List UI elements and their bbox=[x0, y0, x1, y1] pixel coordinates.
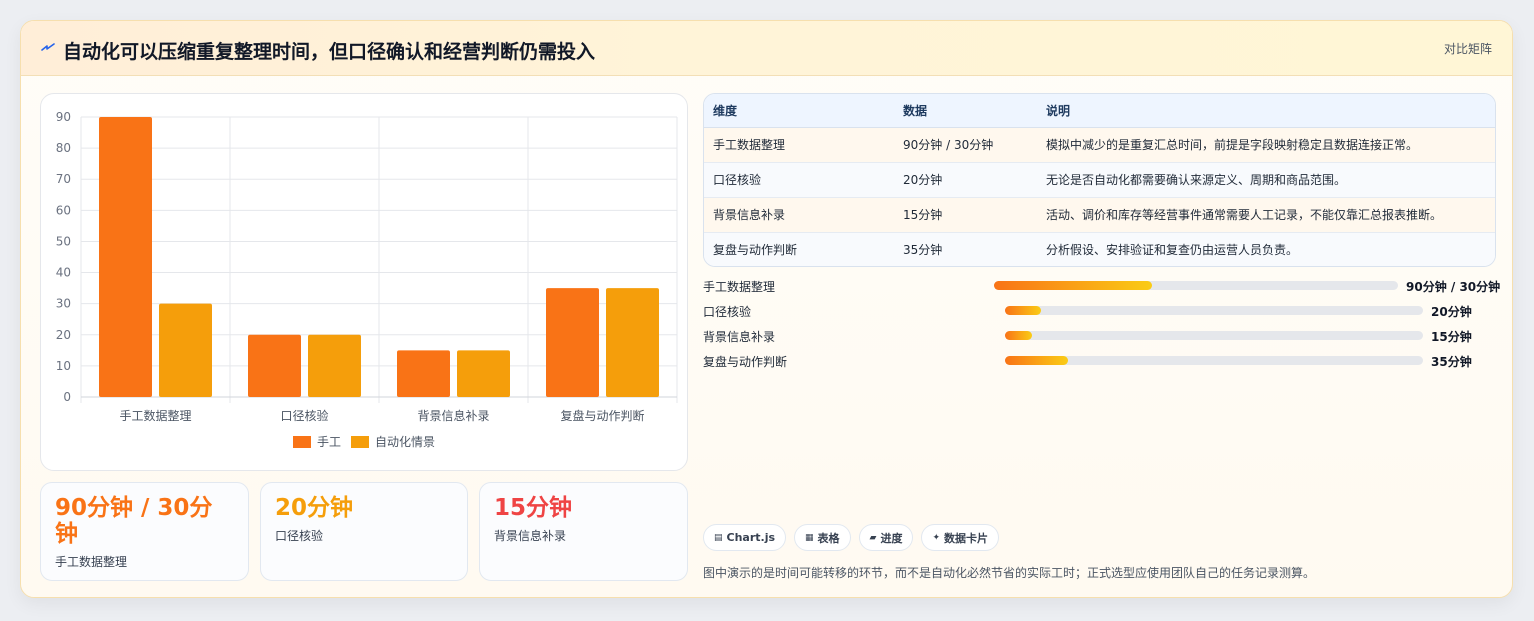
stat-label: 口径核验 bbox=[275, 529, 324, 543]
chip-table[interactable]: ▦ 表格 bbox=[794, 524, 851, 551]
cell-dimension: 口径核验 bbox=[704, 162, 894, 198]
column-header-description: 说明 bbox=[1037, 94, 1495, 128]
stat-value: 20分钟 bbox=[275, 495, 354, 521]
footnote: 图中演示的是时间可能转移的环节，而不是自动化必然节省的实际工时；正式选型应使用团… bbox=[703, 566, 1316, 580]
stat-label: 背景信息补录 bbox=[494, 529, 567, 543]
stat-card-verify: 20分钟 口径核验 bbox=[260, 482, 468, 581]
progress-icon: ▰ bbox=[869, 532, 877, 543]
chip-label: 进度 bbox=[880, 531, 903, 545]
table-header-row: 维度 数据 说明 bbox=[704, 94, 1495, 128]
progress-fill bbox=[1005, 356, 1068, 365]
progress-value: 20分钟 bbox=[1431, 305, 1472, 319]
table-row: 口径核验 20分钟 无论是否自动化都需要确认来源定义、周期和商品范围。 bbox=[704, 162, 1495, 198]
y-tick-label: 60 bbox=[56, 203, 71, 217]
cell-data: 90分钟 / 30分钟 bbox=[894, 127, 1037, 163]
progress-track bbox=[1005, 306, 1423, 315]
progress-fill bbox=[1005, 331, 1032, 340]
y-tick-label: 80 bbox=[56, 141, 71, 155]
progress-track bbox=[1005, 356, 1423, 365]
progress-label: 复盘与动作判断 bbox=[703, 355, 788, 369]
bar-manual bbox=[546, 288, 599, 397]
progress-label: 背景信息补录 bbox=[703, 330, 776, 344]
progress-row-review: 复盘与动作判断 35分钟 bbox=[703, 353, 1496, 369]
table-row: 背景信息补录 15分钟 活动、调价和库存等经营事件通常需要人工记录，不能仅靠汇总… bbox=[704, 197, 1495, 233]
tag-chips: ▤ Chart.js ▦ 表格 ▰ 进度 ✦ 数据卡片 bbox=[703, 524, 1000, 551]
card-header: 自动化可以压缩重复整理时间，但口径确认和经营判断仍需投入 对比矩阵 bbox=[21, 21, 1512, 76]
bar-manual bbox=[248, 334, 301, 397]
chip-label: Chart.js bbox=[726, 531, 776, 544]
bar-auto bbox=[457, 350, 510, 397]
progress-row-manual: 手工数据整理 90分钟 / 30分钟 bbox=[703, 278, 1500, 294]
progress-value: 90分钟 / 30分钟 bbox=[1406, 280, 1501, 294]
y-tick-label: 30 bbox=[56, 297, 71, 311]
y-tick-label: 70 bbox=[56, 172, 71, 186]
column-header-dimension: 维度 bbox=[704, 94, 894, 128]
lightning-icon bbox=[41, 43, 55, 51]
cell-data: 15分钟 bbox=[894, 197, 1037, 233]
y-tick-label: 0 bbox=[63, 390, 71, 404]
progress-fill bbox=[1005, 306, 1041, 315]
x-tick-label: 口径核验 bbox=[280, 408, 328, 423]
chip-chartjs[interactable]: ▤ Chart.js bbox=[703, 524, 787, 551]
progress-row-supplement: 背景信息补录 15分钟 bbox=[703, 328, 1496, 344]
table-icon: ▦ bbox=[805, 532, 814, 543]
cell-description: 活动、调价和库存等经营事件通常需要人工记录，不能仅靠汇总报表推断。 bbox=[1037, 197, 1495, 233]
progress-track bbox=[994, 281, 1398, 290]
cell-description: 模拟中减少的是重复汇总时间，前提是字段映射稳定且数据连接正常。 bbox=[1037, 127, 1495, 163]
progress-row-verify: 口径核验 20分钟 bbox=[703, 303, 1496, 319]
cell-data: 20分钟 bbox=[894, 162, 1037, 198]
stat-card-manual: 90分钟 / 30分钟 手工数据整理 bbox=[40, 482, 249, 581]
bar-auto bbox=[606, 288, 659, 397]
y-tick-label: 90 bbox=[56, 110, 71, 124]
chip-progress[interactable]: ▰ 进度 bbox=[858, 524, 914, 551]
bar-auto bbox=[159, 303, 212, 397]
progress-track bbox=[1005, 331, 1423, 340]
stat-card-supplement: 15分钟 背景信息补录 bbox=[479, 482, 688, 581]
x-tick-label: 背景信息补录 bbox=[417, 408, 489, 423]
stat-value: 90分钟 / 30分钟 bbox=[55, 495, 213, 547]
stat-value: 15分钟 bbox=[494, 495, 573, 521]
legend-swatch-auto bbox=[351, 436, 369, 448]
cell-dimension: 背景信息补录 bbox=[704, 197, 894, 233]
x-tick-label: 复盘与动作判断 bbox=[560, 408, 644, 423]
comparison-table: 维度 数据 说明 手工数据整理 90分钟 / 30分钟 模拟中减少的是重复汇总时… bbox=[703, 93, 1496, 267]
cell-description: 无论是否自动化都需要确认来源定义、周期和商品范围。 bbox=[1037, 162, 1495, 198]
chip-label: 表格 bbox=[817, 531, 840, 545]
column-header-data: 数据 bbox=[894, 94, 1037, 128]
legend-label: 手工 bbox=[317, 435, 341, 449]
progress-label: 手工数据整理 bbox=[703, 280, 776, 294]
legend-label: 自动化情景 bbox=[375, 435, 435, 449]
page-title: 自动化可以压缩重复整理时间，但口径确认和经营判断仍需投入 bbox=[63, 41, 596, 63]
bar-chart: 0 10 20 30 40 50 60 70 80 90 手工数据整理 口径核验 背景信息补录 复盘与动作… bbox=[56, 110, 678, 449]
progress-value: 35分钟 bbox=[1431, 355, 1472, 369]
y-tick-label: 20 bbox=[56, 328, 71, 342]
table-row: 手工数据整理 90分钟 / 30分钟 模拟中减少的是重复汇总时间，前提是字段映射… bbox=[704, 127, 1495, 163]
cell-description: 分析假设、安排验证和复查仍由运营人员负责。 bbox=[1037, 232, 1495, 266]
chip-data-card[interactable]: ✦ 数据卡片 bbox=[921, 524, 1000, 551]
legend-swatch-manual bbox=[293, 436, 311, 448]
progress-value: 15分钟 bbox=[1431, 330, 1472, 344]
cell-data: 35分钟 bbox=[894, 232, 1037, 266]
progress-label: 口径核验 bbox=[703, 305, 752, 319]
y-tick-label: 50 bbox=[56, 234, 71, 248]
x-tick-label: 手工数据整理 bbox=[119, 408, 191, 423]
bar-manual bbox=[99, 117, 152, 397]
table-row: 复盘与动作判断 35分钟 分析假设、安排验证和复查仍由运营人员负责。 bbox=[704, 232, 1495, 266]
header-tag: 对比矩阵 bbox=[1443, 42, 1492, 56]
bar-chart-panel: 0 10 20 30 40 50 60 70 80 90 手工数据整理 口径核验 背景信息补录 复盘与动作… bbox=[40, 93, 688, 471]
bar-auto bbox=[308, 334, 361, 397]
card-icon: ✦ bbox=[932, 532, 941, 543]
progress-fill bbox=[994, 281, 1152, 290]
y-tick-label: 10 bbox=[56, 359, 71, 373]
chart-icon: ▤ bbox=[714, 532, 723, 543]
chip-label: 数据卡片 bbox=[944, 531, 989, 545]
cell-dimension: 手工数据整理 bbox=[704, 127, 894, 163]
cell-dimension: 复盘与动作判断 bbox=[704, 232, 894, 266]
stat-label: 手工数据整理 bbox=[55, 555, 128, 569]
comparison-card: 自动化可以压缩重复整理时间，但口径确认和经营判断仍需投入 对比矩阵 0 10 20 3… bbox=[20, 20, 1513, 598]
y-tick-label: 40 bbox=[56, 266, 71, 280]
bar-manual bbox=[397, 350, 450, 397]
